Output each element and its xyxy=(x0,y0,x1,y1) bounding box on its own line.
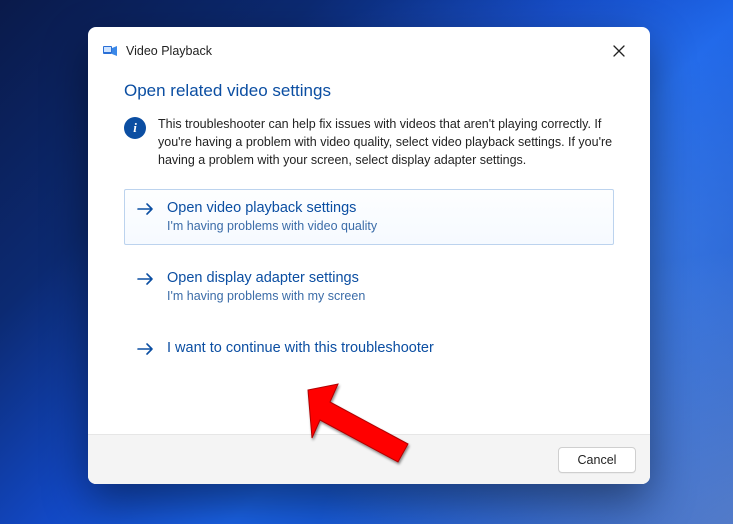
option-title: Open video playback settings xyxy=(167,199,377,218)
section-heading: Open related video settings xyxy=(124,81,614,101)
titlebar: Video Playback xyxy=(88,27,650,75)
arrow-right-icon xyxy=(137,202,155,221)
close-button[interactable] xyxy=(598,36,640,66)
intro-row: i This troubleshooter can help fix issue… xyxy=(124,115,614,169)
dialog-content: Open related video settings i This troub… xyxy=(88,75,650,434)
arrow-right-icon xyxy=(137,272,155,291)
close-icon xyxy=(613,45,625,57)
dialog-footer: Cancel xyxy=(88,434,650,484)
option-continue-troubleshooter[interactable]: I want to continue with this troubleshoo… xyxy=(124,329,614,373)
option-title: Open display adapter settings xyxy=(167,269,365,288)
info-icon: i xyxy=(124,117,146,139)
option-title: I want to continue with this troubleshoo… xyxy=(167,339,434,358)
troubleshooter-dialog: Video Playback Open related video settin… xyxy=(88,27,650,484)
option-open-playback-settings[interactable]: Open video playback settings I'm having … xyxy=(124,189,614,245)
window-title: Video Playback xyxy=(126,44,212,58)
arrow-right-icon xyxy=(137,342,155,361)
intro-text: This troubleshooter can help fix issues … xyxy=(158,115,614,169)
cancel-button[interactable]: Cancel xyxy=(558,447,636,473)
app-icon xyxy=(102,43,118,59)
option-subtitle: I'm having problems with my screen xyxy=(167,289,365,303)
option-open-display-adapter-settings[interactable]: Open display adapter settings I'm having… xyxy=(124,259,614,315)
option-subtitle: I'm having problems with video quality xyxy=(167,219,377,233)
desktop-background: Video Playback Open related video settin… xyxy=(0,0,733,524)
